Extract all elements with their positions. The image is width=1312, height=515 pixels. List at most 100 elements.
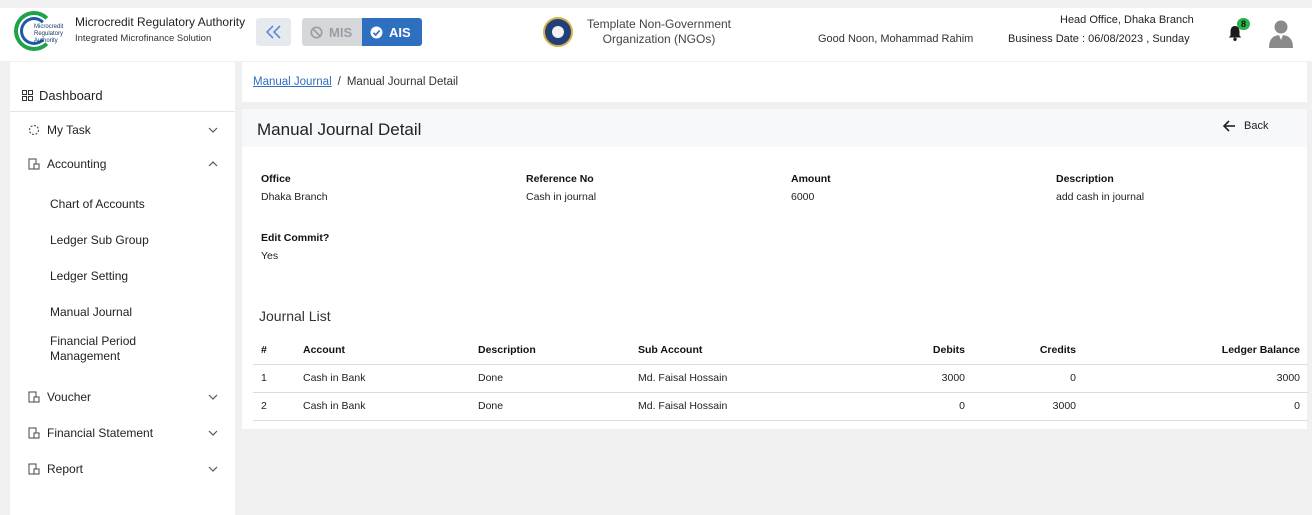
- sidebar-item-accounting[interactable]: Accounting: [10, 153, 235, 175]
- sidebar-item-label: Report: [47, 462, 84, 476]
- business-date: Business Date : 06/08/2023 , Sunday: [1008, 33, 1190, 45]
- sidebar-subitem-financial-period-management[interactable]: Financial Period Management: [50, 334, 160, 364]
- chevron-down-icon: [208, 430, 218, 436]
- mra-logo: Microcredit Regulatory Authority: [14, 11, 70, 51]
- column-header-ledger-balance: Ledger Balance: [1084, 336, 1308, 365]
- sidebar-item-dashboard[interactable]: Dashboard: [10, 80, 235, 112]
- grid-icon: [22, 90, 33, 101]
- column-header-description: Description: [470, 336, 630, 365]
- column-header-debits: Debits: [800, 336, 973, 365]
- back-button-label: Back: [1244, 120, 1269, 132]
- cell-account: Cash in Bank: [295, 392, 470, 421]
- ais-mode-label: AIS: [389, 24, 411, 40]
- ais-mode-button[interactable]: AIS: [362, 18, 422, 46]
- logo-text-line: Authority: [34, 38, 58, 44]
- field-value-office: Dhaka Branch: [261, 191, 328, 203]
- cell-description: Done: [470, 392, 630, 421]
- logo-text-line: Regulatory: [34, 31, 64, 37]
- user-greeting: Good Noon, Mohammad Rahim: [818, 33, 974, 45]
- breadcrumb-separator: /: [337, 76, 341, 88]
- logo-text-line: Microcredit: [34, 24, 64, 30]
- cell-account: Cash in Bank: [295, 364, 470, 393]
- journal-list-title: Journal List: [259, 308, 331, 324]
- column-header-sub-account: Sub Account: [630, 336, 800, 365]
- cell-sub-account: Md. Faisal Hossain: [630, 364, 800, 393]
- column-header-credits: Credits: [973, 336, 1084, 365]
- collapse-sidebar-button[interactable]: [256, 18, 291, 46]
- app-title: Microcredit Regulatory Authority: [75, 15, 246, 29]
- sidebar-subitem-chart-of-accounts[interactable]: Chart of Accounts: [50, 197, 230, 212]
- sidebar-subitem-ledger-sub-group[interactable]: Ledger Sub Group: [50, 233, 230, 248]
- ledger-icon: [28, 463, 40, 475]
- sidebar-item-report[interactable]: Report: [10, 458, 235, 480]
- organization-name: Template Non-Government Organization (NG…: [580, 17, 738, 47]
- cell-ledger-balance: 3000: [1084, 364, 1308, 393]
- breadcrumb: Manual Journal / Manual Journal Detail: [242, 62, 1307, 102]
- mis-mode-button[interactable]: MIS: [302, 18, 362, 46]
- field-label-description: Description: [1056, 173, 1114, 185]
- cell-debits: 3000: [800, 364, 973, 393]
- mis-mode-label: MIS: [329, 24, 353, 40]
- office-name: Head Office, Dhaka Branch: [1060, 14, 1194, 26]
- table-row: 2 Cash in Bank Done Md. Faisal Hossain 0…: [253, 392, 1308, 421]
- chevron-down-icon: [208, 127, 218, 133]
- sidebar-item-voucher[interactable]: Voucher: [10, 386, 235, 408]
- field-label-reference-no: Reference No: [526, 173, 594, 185]
- user-avatar-icon[interactable]: [1267, 18, 1295, 48]
- cell-index: 2: [253, 392, 295, 421]
- cell-debits: 0: [800, 392, 973, 421]
- ban-icon: [310, 26, 323, 38]
- sidebar-item-label: Dashboard: [39, 88, 103, 103]
- sidebar-item-label: Voucher: [47, 390, 92, 404]
- logo-text: Microcredit Regulatory Authority: [34, 24, 78, 45]
- sidebar-subitem-ledger-setting[interactable]: Ledger Setting: [50, 269, 230, 284]
- journal-table: # Account Description Sub Account Debits…: [253, 336, 1308, 421]
- module-switch: MIS AIS: [302, 18, 422, 46]
- field-label-amount: Amount: [791, 173, 831, 185]
- double-chevron-left-icon: [265, 25, 281, 39]
- field-value-amount: 6000: [791, 191, 815, 203]
- cell-index: 1: [253, 364, 295, 393]
- table-header-row: # Account Description Sub Account Debits…: [253, 336, 1308, 365]
- sidebar-item-label: My Task: [47, 123, 91, 137]
- field-value-description: add cash in journal: [1056, 191, 1145, 203]
- back-button[interactable]: Back: [1222, 120, 1268, 132]
- check-circle-icon: [370, 26, 383, 38]
- sidebar-item-financial-statement[interactable]: Financial Statement: [10, 422, 235, 444]
- cell-credits: 3000: [973, 392, 1084, 421]
- sidebar-subitem-manual-journal[interactable]: Manual Journal: [50, 305, 230, 320]
- organization-name-line2: Organization (NGOs): [602, 32, 716, 46]
- breadcrumb-link-manual-journal[interactable]: Manual Journal: [253, 76, 332, 88]
- app-subtitle: Integrated Microfinance Solution: [75, 33, 212, 44]
- field-label-office: Office: [261, 173, 291, 185]
- column-header-index: #: [253, 336, 295, 365]
- ledger-icon: [28, 158, 40, 170]
- panel-header: Manual Journal Detail Back: [242, 109, 1307, 147]
- breadcrumb-current: Manual Journal Detail: [346, 76, 459, 88]
- top-header: Microcredit Regulatory Authority Microcr…: [0, 0, 1312, 61]
- organization-emblem: [543, 17, 573, 47]
- cell-ledger-balance: 0: [1084, 392, 1308, 421]
- cell-credits: 0: [973, 364, 1084, 393]
- spinner-icon: [28, 124, 40, 136]
- ledger-icon: [28, 427, 40, 439]
- cell-sub-account: Md. Faisal Hossain: [630, 392, 800, 421]
- column-header-account: Account: [295, 336, 470, 365]
- sidebar-item-label: Financial Statement: [47, 426, 154, 440]
- arrow-left-icon: [1222, 120, 1235, 132]
- journal-detail-panel: Manual Journal Detail Back Office Dhaka …: [242, 109, 1308, 429]
- cell-description: Done: [470, 364, 630, 393]
- chevron-up-icon: [208, 161, 218, 167]
- table-row: 1 Cash in Bank Done Md. Faisal Hossain 3…: [253, 364, 1308, 393]
- sidebar: Dashboard My Task Accounting Chart of Ac…: [10, 62, 235, 515]
- page-title: Manual Journal Detail: [257, 120, 422, 139]
- notification-badge: 8: [1237, 18, 1250, 30]
- ledger-icon: [28, 391, 40, 403]
- chevron-down-icon: [208, 394, 218, 400]
- sidebar-item-my-task[interactable]: My Task: [10, 119, 235, 141]
- field-value-reference-no: Cash in journal: [526, 191, 597, 203]
- sidebar-item-label: Accounting: [47, 157, 107, 171]
- field-value-edit-commit: Yes: [261, 250, 279, 262]
- field-label-edit-commit: Edit Commit?: [261, 232, 330, 244]
- chevron-down-icon: [208, 466, 218, 472]
